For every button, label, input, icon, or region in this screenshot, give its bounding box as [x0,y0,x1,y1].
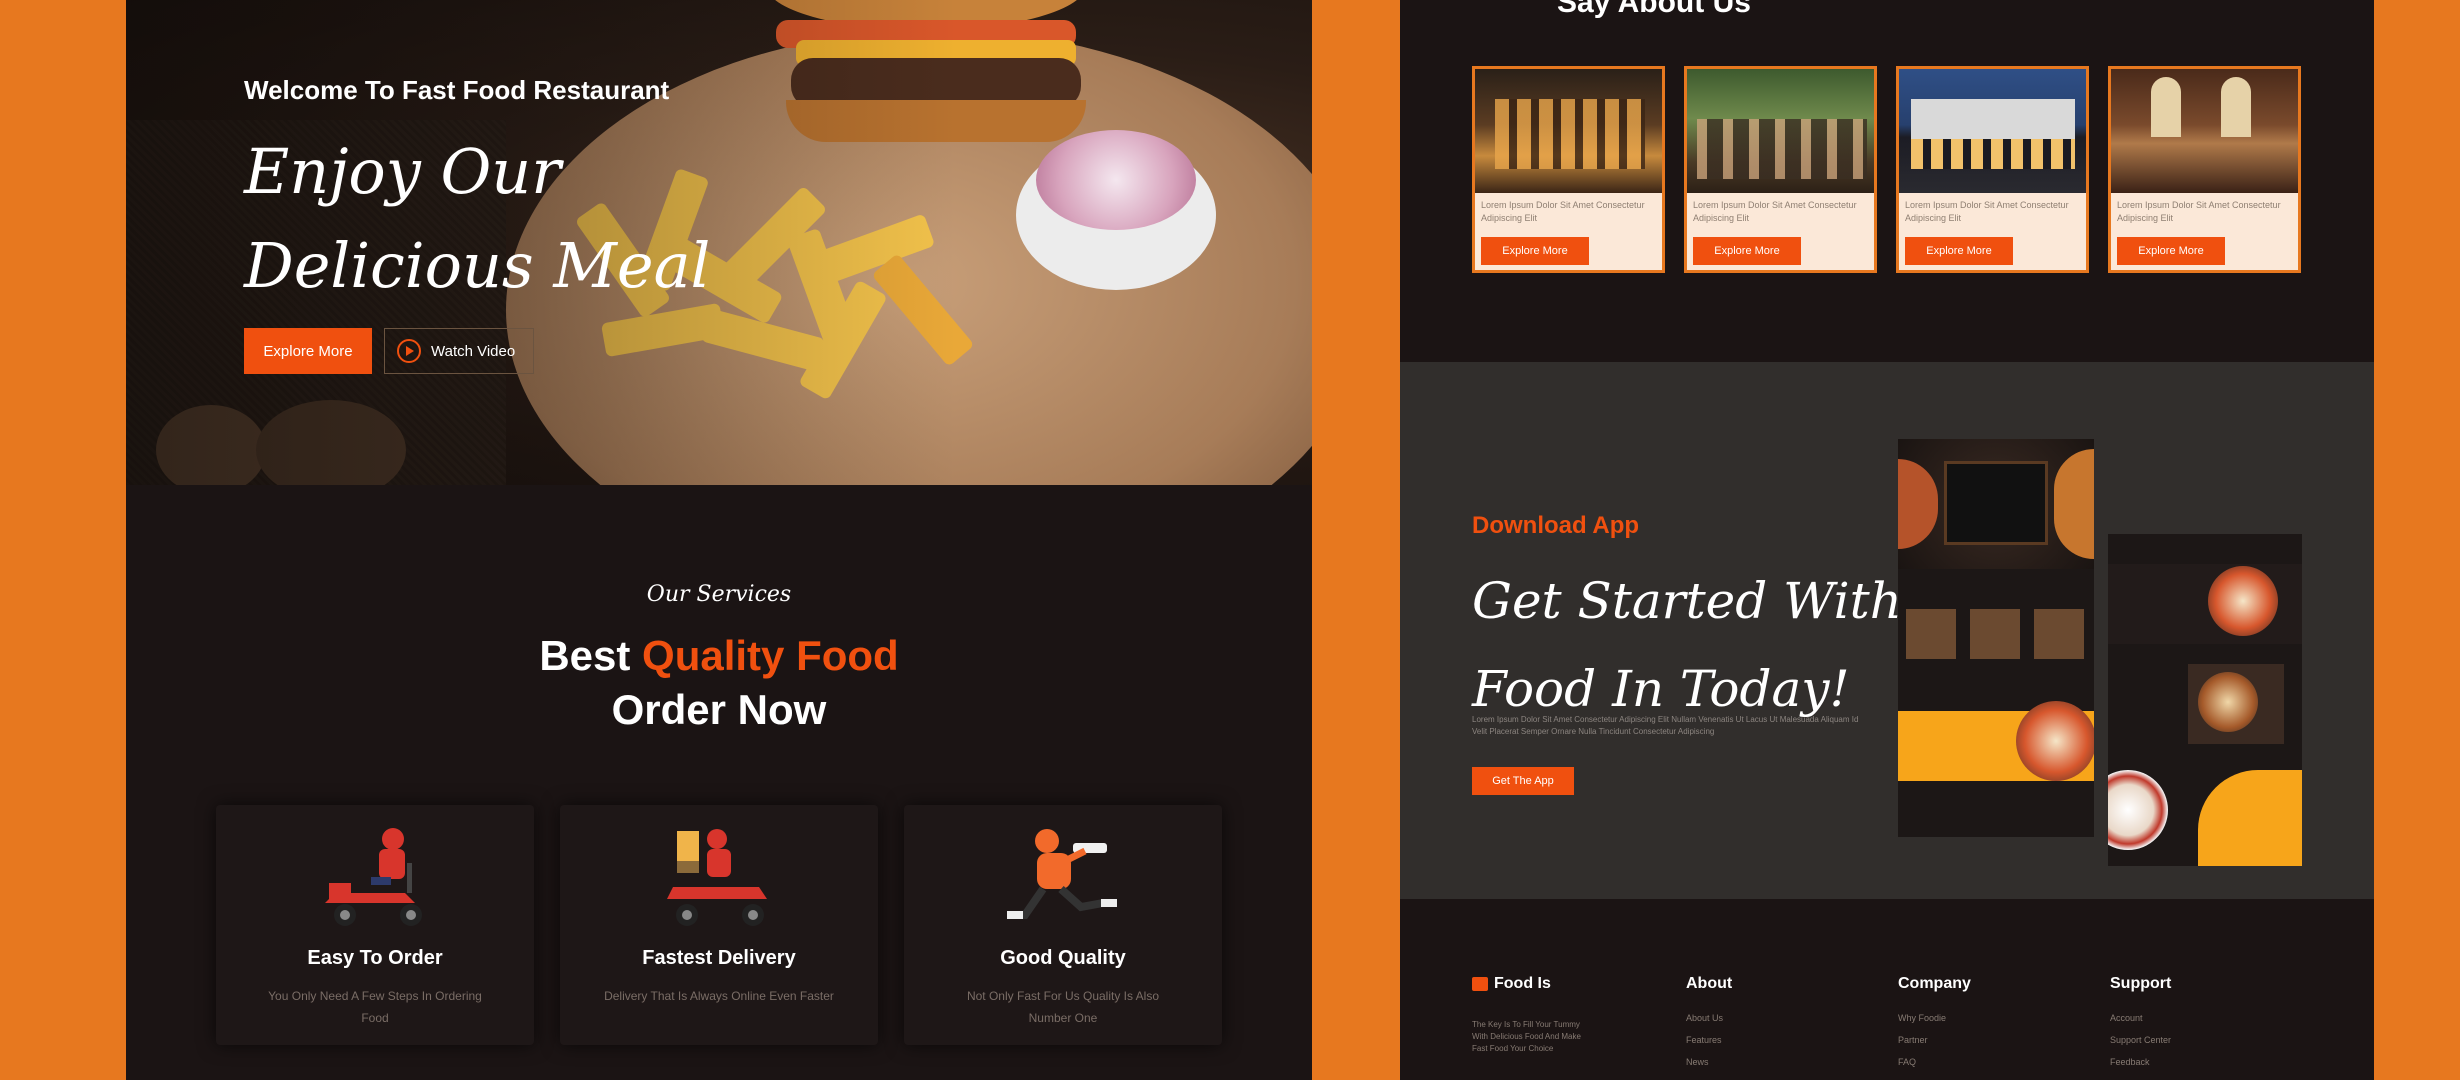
services-subtitle: Order Now [611,686,827,733]
brand-description: The Key Is To Fill Your Tummy With Delic… [1472,1020,1581,1053]
footer-link[interactable]: Features [1686,1029,1732,1051]
footer-link[interactable]: Support Center [2110,1029,2171,1051]
logo-icon [1472,977,1488,991]
footer-column-support: Support Account Support Center Feedback [2110,975,2171,1073]
service-card-title: Good Quality [1000,947,1126,969]
app-kicker: Download App [1472,512,1640,539]
landing-page-left: Welcome To Fast Food Restaurant Enjoy Ou… [126,0,1312,1080]
delivery-scooter-icon [667,829,767,926]
scooter-rider-icon [325,828,422,926]
service-card-fast-delivery: Fastest Delivery Delivery That Is Always… [560,805,878,1045]
review-card: Lorem Ipsum Dolor Sit Amet Consectetur A… [1472,66,1665,273]
play-icon [397,339,421,363]
explore-more-button[interactable]: Explore More [2117,237,2225,265]
phone-mockup [1898,439,2094,837]
hero-section: Welcome To Fast Food Restaurant Enjoy Ou… [126,0,1312,485]
watch-video-button[interactable]: Watch Video [384,328,534,374]
restaurant-photo [1475,69,1662,193]
service-card-easy-order: Easy To Order You Only Need A Few Steps … [216,805,534,1045]
footer-brand: Food Is The Key Is To Fill Your Tummy Wi… [1472,975,1592,1055]
restaurant-photo [1687,69,1874,193]
footer-link[interactable]: About Us [1686,1007,1732,1029]
review-card: Lorem Ipsum Dolor Sit Amet Consectetur A… [1684,66,1877,273]
app-title: Get Started With Food In Today! [1472,572,1902,718]
restaurant-photo [1899,69,2086,193]
service-card-desc: You Only Need A Few Steps In Ordering Fo… [268,989,482,1025]
explore-more-button[interactable]: Explore More [1693,237,1801,265]
landing-page-right: Say About Us Lorem Ipsum Dolor Sit Amet … [1400,0,2374,1080]
footer-column-company: Company Why Foodie Partner FAQ [1898,975,1971,1073]
reviews-title: Say About Us [1557,0,1751,19]
footer: Food Is The Key Is To Fill Your Tummy Wi… [1400,899,2374,1080]
footer-link[interactable]: News [1686,1051,1732,1073]
footer-column-about: About About Us Features News [1686,975,1732,1073]
review-text: Lorem Ipsum Dolor Sit Amet Consectetur A… [2117,200,2281,223]
review-card: Lorem Ipsum Dolor Sit Amet Consectetur A… [1896,66,2089,273]
footer-link[interactable]: FAQ [1898,1051,1971,1073]
hero-subtitle: Welcome To Fast Food Restaurant [244,75,670,105]
service-card-title: Fastest Delivery [642,947,796,969]
brand-name: Food Is [1494,975,1551,992]
app-description: Lorem Ipsum Dolor Sit Amet Consectetur A… [1472,715,1859,736]
services-title: Best Quality Food [539,632,899,679]
explore-more-button[interactable]: Explore More [1905,237,2013,265]
review-text: Lorem Ipsum Dolor Sit Amet Consectetur A… [1693,200,1857,223]
service-card-desc: Not Only Fast For Us Quality Is Also Num… [966,989,1160,1025]
service-card-desc: Delivery That Is Always Online Even Fast… [604,989,834,1003]
running-courier-icon [1007,829,1117,919]
phone-mockup [2108,534,2302,866]
download-app-section: Download App Get Started With Food In To… [1400,362,2374,899]
restaurant-photo [2111,69,2298,193]
footer-link[interactable]: Feedback [2110,1051,2171,1073]
explore-more-button[interactable]: Explore More [244,328,372,374]
explore-more-button[interactable]: Explore More [1481,237,1589,265]
footer-link[interactable]: Why Foodie [1898,1007,1971,1029]
service-card-title: Easy To Order [307,947,443,969]
services-kicker: Our Services [646,582,792,607]
get-the-app-button[interactable]: Get The App [1472,767,1574,795]
service-card-good-quality: Good Quality Not Only Fast For Us Qualit… [904,805,1222,1045]
footer-link[interactable]: Partner [1898,1029,1971,1051]
hero-title: Enjoy Our Delicious Meal [244,135,711,302]
review-text: Lorem Ipsum Dolor Sit Amet Consectetur A… [1481,200,1645,223]
review-text: Lorem Ipsum Dolor Sit Amet Consectetur A… [1905,200,2069,223]
footer-link[interactable]: Account [2110,1007,2171,1029]
review-card: Lorem Ipsum Dolor Sit Amet Consectetur A… [2108,66,2301,273]
